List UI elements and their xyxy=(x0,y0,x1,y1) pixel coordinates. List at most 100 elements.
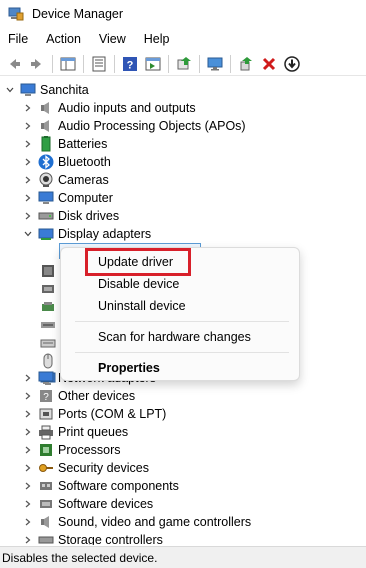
toolbar-separator xyxy=(168,54,169,73)
status-text: Disables the selected device. xyxy=(2,550,158,565)
chevron-right-icon[interactable] xyxy=(22,135,34,153)
menu-item-scan-hardware[interactable]: Scan for hardware changes xyxy=(98,327,251,347)
computer-icon xyxy=(38,190,54,206)
tree-item-storage-controllers[interactable]: Storage controllers xyxy=(22,531,163,545)
hid-icon xyxy=(40,299,56,315)
camera-icon xyxy=(38,172,54,188)
status-bar: Disables the selected device. xyxy=(0,546,366,568)
tree-item-label: Ports (COM & LPT) xyxy=(58,407,167,421)
chevron-right-icon[interactable] xyxy=(22,495,34,513)
chevron-down-icon[interactable] xyxy=(22,225,34,243)
ide-controller-icon xyxy=(40,317,56,333)
tree-item-label: Software devices xyxy=(58,497,154,511)
enable-device-icon[interactable] xyxy=(236,54,256,74)
chevron-right-icon[interactable] xyxy=(22,405,34,423)
software-device-icon xyxy=(38,496,54,512)
title-bar: Device Manager xyxy=(0,0,366,27)
menu-bar: File Action View Help xyxy=(0,28,366,50)
display-adapter-icon xyxy=(38,226,54,242)
forward-arrow-icon[interactable] xyxy=(27,54,47,74)
chevron-right-icon[interactable] xyxy=(22,513,34,531)
tree-item-label: Software components xyxy=(58,479,179,493)
menu-item-properties[interactable]: Properties xyxy=(98,358,160,378)
tree-item-label: Cameras xyxy=(58,173,109,187)
chevron-right-icon[interactable] xyxy=(22,441,34,459)
menu-file[interactable]: File xyxy=(8,32,28,46)
menu-separator xyxy=(75,352,289,353)
unknown-device-icon: ? xyxy=(38,388,54,404)
tree-item-print-queues[interactable]: Print queues xyxy=(22,423,128,441)
printer-icon xyxy=(38,424,54,440)
tree-item-label: Display adapters xyxy=(58,227,152,241)
tree-item-sound-video[interactable]: Sound, video and game controllers xyxy=(22,513,251,531)
tree-item-label: Bluetooth xyxy=(58,155,111,169)
menu-help[interactable]: Help xyxy=(144,32,170,46)
chevron-right-icon[interactable] xyxy=(22,423,34,441)
disable-device-icon[interactable] xyxy=(282,54,302,74)
computer-icon xyxy=(20,82,36,98)
tree-item-bluetooth[interactable]: Bluetooth xyxy=(22,153,111,171)
chevron-right-icon[interactable] xyxy=(22,189,34,207)
security-key-icon xyxy=(38,460,54,476)
menu-action[interactable]: Action xyxy=(46,32,81,46)
tree-item-label: Other devices xyxy=(58,389,136,403)
tree-item-other-devices[interactable]: ? Other devices xyxy=(22,387,135,405)
chevron-right-icon[interactable] xyxy=(22,99,34,117)
chevron-right-icon[interactable] xyxy=(22,477,34,495)
storage-controller-icon xyxy=(38,532,54,545)
tree-item-label: Audio inputs and outputs xyxy=(58,101,196,115)
window-title: Device Manager xyxy=(32,6,124,21)
speaker-icon xyxy=(38,100,54,116)
chevron-right-icon[interactable] xyxy=(22,117,34,135)
tree-root[interactable]: Sanchita xyxy=(4,81,89,99)
firmware-icon xyxy=(40,281,56,297)
chevron-right-icon[interactable] xyxy=(22,459,34,477)
menu-view[interactable]: View xyxy=(99,32,126,46)
toolbar: ? xyxy=(0,52,366,76)
tree-item-label: Disk drives xyxy=(58,209,120,223)
properties-icon[interactable] xyxy=(89,54,109,74)
menu-item-uninstall-device[interactable]: Uninstall device xyxy=(98,296,186,316)
tree-item-display-adapters[interactable]: Display adapters xyxy=(22,225,151,243)
chevron-down-icon[interactable] xyxy=(4,81,16,99)
chevron-right-icon[interactable] xyxy=(22,207,34,225)
chevron-right-icon[interactable] xyxy=(22,171,34,189)
update-driver-icon[interactable] xyxy=(174,54,194,74)
tree-item-batteries[interactable]: Batteries xyxy=(22,135,107,153)
processor-icon xyxy=(38,442,54,458)
tree-item-label: Computer xyxy=(58,191,113,205)
toolbar-separator xyxy=(114,54,115,73)
chevron-right-icon[interactable] xyxy=(22,369,34,387)
battery-icon xyxy=(38,136,54,152)
monitor-scan-icon[interactable] xyxy=(205,54,225,74)
tree-item-label: Storage controllers xyxy=(58,533,163,545)
mouse-icon xyxy=(40,353,56,369)
tree-item-disk-drives[interactable]: Disk drives xyxy=(22,207,119,225)
tree-item-software-components[interactable]: Software components xyxy=(22,477,179,495)
tree-item-computer[interactable]: Computer xyxy=(22,189,113,207)
tree-item-label: Batteries xyxy=(58,137,108,151)
back-arrow-icon[interactable] xyxy=(4,54,24,74)
keyboard-icon xyxy=(40,335,56,351)
tree-item-software-devices[interactable]: Software devices xyxy=(22,495,153,513)
toolbar-separator xyxy=(83,54,84,73)
help-icon[interactable]: ? xyxy=(120,54,140,74)
tree-item-processors[interactable]: Processors xyxy=(22,441,121,459)
show-hide-console-tree-icon[interactable] xyxy=(58,54,78,74)
tree-item-ports[interactable]: Ports (COM & LPT) xyxy=(22,405,166,423)
action-pane-icon[interactable] xyxy=(143,54,163,74)
tree-item-audio-processing[interactable]: Audio Processing Objects (APOs) xyxy=(22,117,246,135)
tree-root-label: Sanchita xyxy=(40,83,89,97)
uninstall-device-icon[interactable] xyxy=(259,54,279,74)
tree-item-label: Print queues xyxy=(58,425,129,439)
tree-item-cameras[interactable]: Cameras xyxy=(22,171,109,189)
tree-item-security-devices[interactable]: Security devices xyxy=(22,459,149,477)
menu-item-disable-device[interactable]: Disable device xyxy=(98,274,179,294)
svg-text:?: ? xyxy=(43,392,49,403)
chevron-right-icon[interactable] xyxy=(22,153,34,171)
menu-separator xyxy=(75,321,289,322)
disk-drive-icon xyxy=(38,208,54,224)
chevron-right-icon[interactable] xyxy=(22,531,34,545)
chevron-right-icon[interactable] xyxy=(22,387,34,405)
tree-item-audio-inputs[interactable]: Audio inputs and outputs xyxy=(22,99,196,117)
